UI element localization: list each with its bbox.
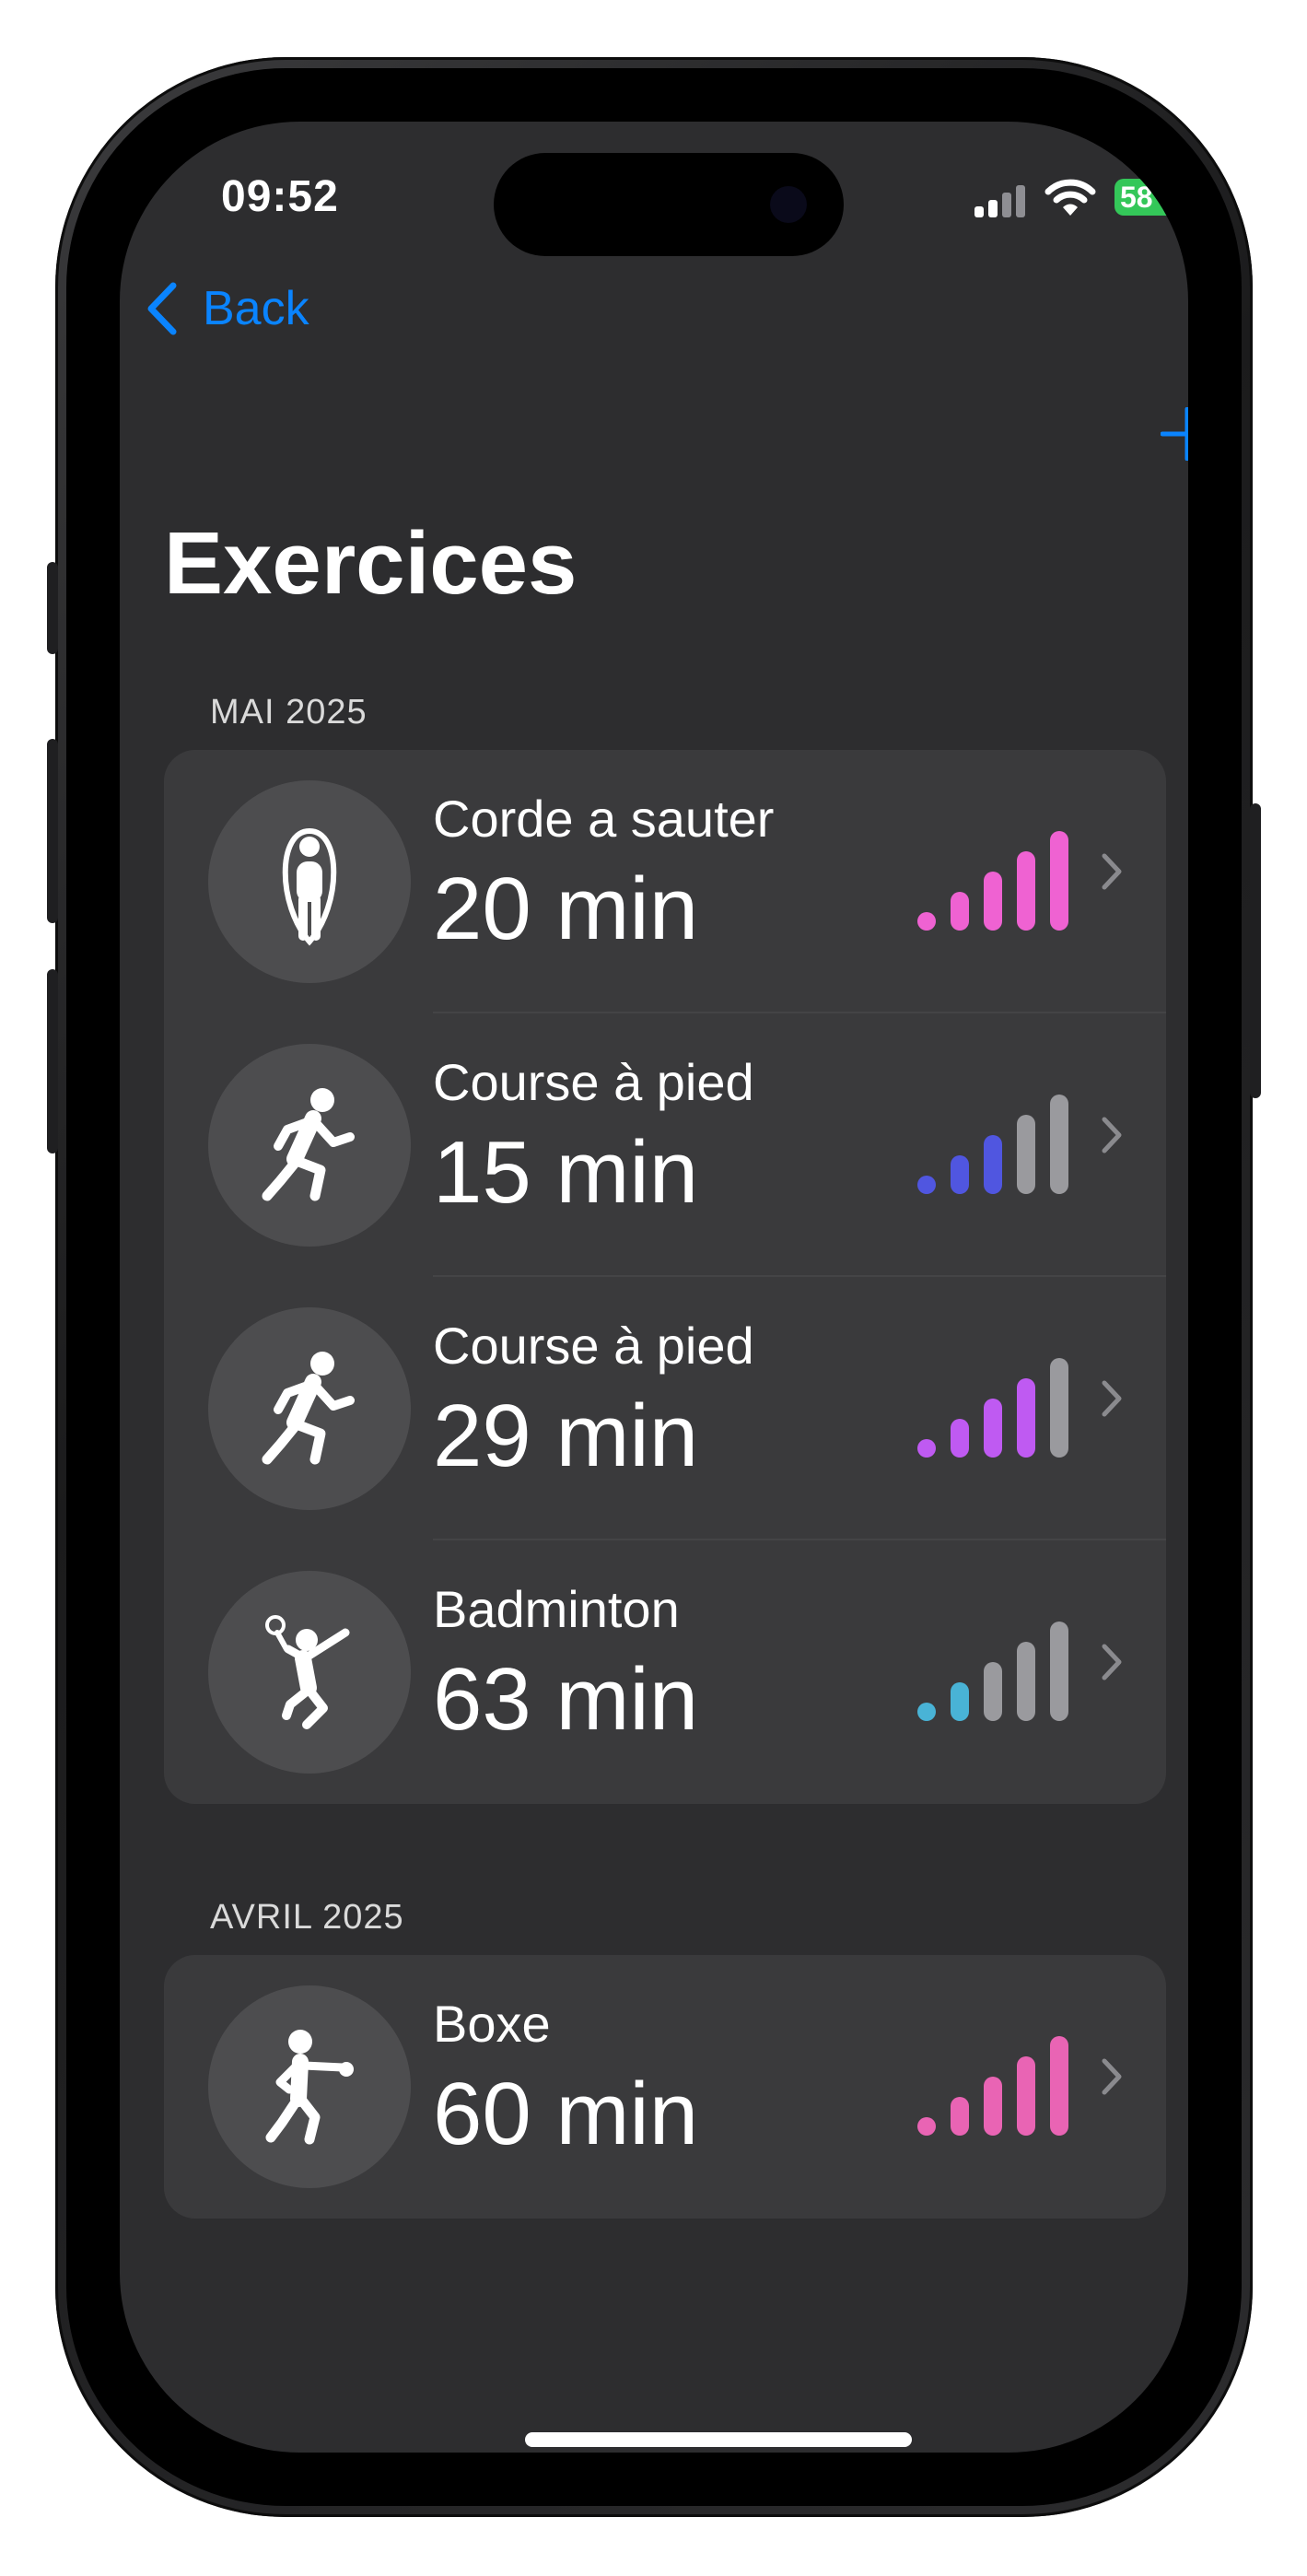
- chevron-right-icon: [1102, 1380, 1122, 1417]
- chevron-right-icon: [1102, 1644, 1122, 1680]
- exercise-list-avril-2025: Boxe 60 min: [164, 1955, 1166, 2219]
- exercise-list-mai-2025: Corde a sauter 20 min Course à pied 15 m…: [164, 750, 1166, 1804]
- intensity-bars-icon: [917, 1095, 1068, 1194]
- jump-rope-icon: [282, 827, 337, 946]
- back-label: Back: [203, 282, 309, 335]
- exercise-duration: 60 min: [433, 2065, 699, 2163]
- volume-up-button: [47, 739, 58, 923]
- cellular-signal-icon: [974, 185, 1025, 217]
- exercise-name: Boxe: [433, 1995, 551, 2053]
- intensity-bars-icon: [917, 1358, 1068, 1458]
- list-item[interactable]: Course à pied 15 min: [164, 1013, 1166, 1277]
- phone-bezel: 09:52 58 Back Exercices MAI 2025 Corde a…: [66, 68, 1242, 2506]
- power-button: [1250, 803, 1261, 1098]
- page-title: Exercices: [164, 514, 578, 613]
- running-icon: [262, 1352, 355, 1465]
- chevron-right-icon: [1102, 853, 1122, 890]
- exercise-icon-circle: [208, 1044, 411, 1247]
- intensity-bars-icon: [917, 831, 1068, 931]
- back-button[interactable]: Back: [144, 276, 309, 341]
- front-camera-icon: [770, 186, 807, 223]
- phone-frame: 09:52 58 Back Exercices MAI 2025 Corde a…: [47, 57, 1261, 2517]
- exercise-duration: 63 min: [433, 1650, 699, 1749]
- exercise-name: Course à pied: [433, 1317, 754, 1375]
- screen: 09:52 58 Back Exercices MAI 2025 Corde a…: [120, 122, 1188, 2453]
- action-button: [47, 562, 58, 654]
- exercise-name: Badminton: [433, 1580, 680, 1638]
- status-time: 09:52: [221, 172, 339, 221]
- running-icon: [262, 1088, 355, 1201]
- exercise-icon-circle: [208, 1307, 411, 1510]
- exercise-duration: 15 min: [433, 1123, 699, 1222]
- exercise-icon-circle: [208, 1571, 411, 1774]
- exercise-icon-circle: [208, 780, 411, 983]
- exercise-name: Corde a sauter: [433, 790, 775, 848]
- add-button[interactable]: [1161, 407, 1188, 461]
- list-item[interactable]: Corde a sauter 20 min: [164, 750, 1166, 1013]
- list-item[interactable]: Boxe 60 min: [164, 1955, 1166, 2219]
- intensity-bars-icon: [917, 2036, 1068, 2136]
- chevron-right-icon: [1102, 2058, 1122, 2095]
- home-indicator[interactable]: [525, 2432, 912, 2447]
- section-header-avril-2025: AVRIL 2025: [210, 1898, 404, 1937]
- exercise-duration: 20 min: [433, 860, 699, 958]
- battery-level: 58: [1120, 181, 1153, 214]
- chevron-left-icon: [147, 282, 177, 335]
- list-item[interactable]: Badminton 63 min: [164, 1540, 1166, 1804]
- intensity-bars-icon: [917, 1622, 1068, 1721]
- section-header-mai-2025: MAI 2025: [210, 693, 368, 732]
- list-item[interactable]: Course à pied 29 min: [164, 1277, 1166, 1540]
- battery-indicator: 58: [1114, 179, 1188, 216]
- chevron-right-icon: [1102, 1117, 1122, 1153]
- badminton-icon: [265, 1615, 350, 1729]
- wifi-icon: [1044, 179, 1096, 216]
- exercise-name: Course à pied: [433, 1053, 754, 1111]
- exercise-icon-circle: [208, 1985, 411, 2188]
- charging-bolt-icon: [1168, 184, 1184, 210]
- dynamic-island: [494, 153, 844, 256]
- exercise-duration: 29 min: [433, 1387, 699, 1485]
- volume-down-button: [47, 969, 58, 1153]
- boxing-icon: [265, 2030, 354, 2145]
